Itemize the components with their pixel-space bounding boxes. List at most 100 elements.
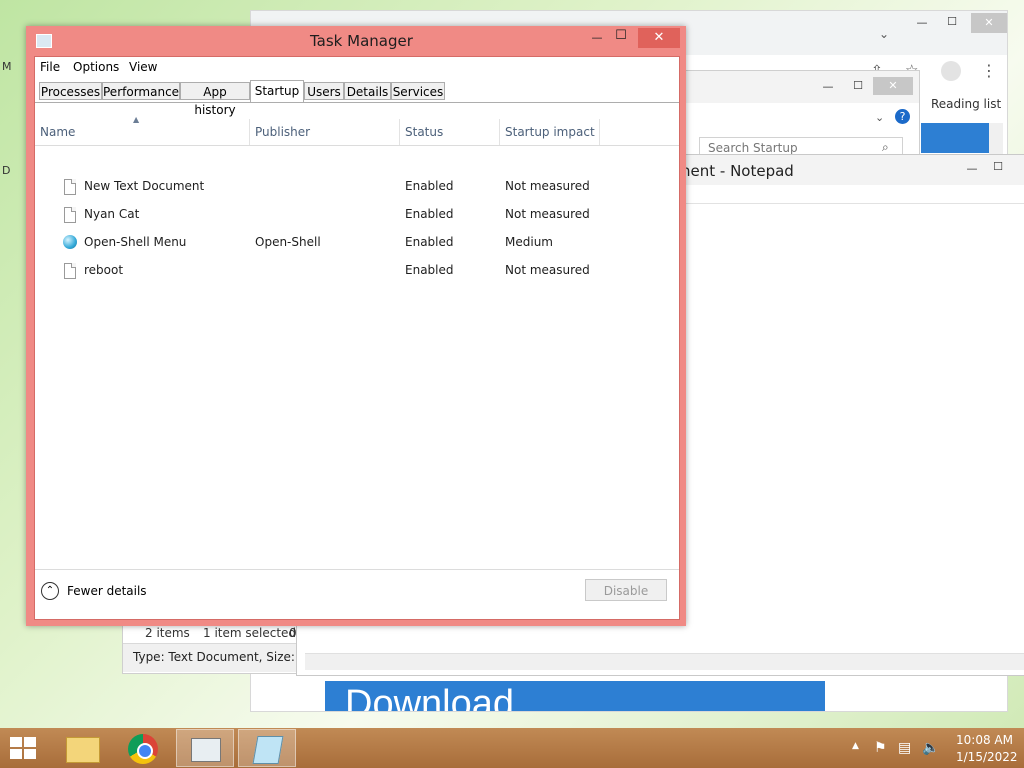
explorer-close-button[interactable]: ✕	[873, 77, 913, 95]
column-header-publisher[interactable]: Publisher	[255, 125, 310, 139]
show-hidden-icons-icon[interactable]: ▲	[852, 741, 859, 751]
header-divider	[35, 145, 679, 146]
task-manager-app-icon	[36, 34, 52, 48]
table-row[interactable]: reboot Enabled Not measured	[35, 257, 679, 285]
profile-avatar[interactable]	[941, 61, 961, 81]
file-icon	[64, 179, 76, 195]
column-header-status[interactable]: Status	[405, 125, 443, 139]
type-info: Type: Text Document, Size: 0 by	[133, 650, 303, 664]
tm-maximize-button[interactable]: ☐	[610, 28, 632, 44]
desktop-label-m: M	[2, 60, 12, 73]
explorer-chevron-icon[interactable]: ⌄	[875, 111, 884, 124]
row-name: reboot	[84, 263, 124, 277]
explorer-maximize-button[interactable]: ☐	[847, 78, 869, 94]
tab-processes[interactable]: Processes	[39, 82, 102, 100]
webpage-banner: Download	[325, 681, 825, 711]
row-name: Nyan Cat	[84, 207, 140, 221]
taskbar-task-manager-button[interactable]	[176, 729, 234, 767]
tab-details[interactable]: Details	[344, 82, 391, 100]
menu-dots-icon[interactable]: ⋮	[981, 61, 997, 80]
browser-minimize-button[interactable]: —	[911, 15, 933, 31]
tab-app-history[interactable]: App history	[180, 82, 250, 117]
menu-view[interactable]: View	[129, 60, 157, 74]
file-icon	[64, 207, 76, 223]
notepad-title: nent - Notepad	[681, 162, 794, 180]
windows-logo-icon	[24, 749, 36, 759]
sort-arrow-icon: ▲	[133, 115, 140, 124]
folder-icon	[66, 737, 100, 763]
download-heading: Download	[345, 683, 514, 711]
table-row[interactable]: Nyan Cat Enabled Not measured	[35, 201, 679, 229]
row-impact: Not measured	[505, 179, 590, 193]
action-center-flag-icon[interactable]: ⚑	[874, 740, 887, 756]
notepad-minimize-button[interactable]: —	[961, 161, 983, 177]
explorer-statusbar: Type: Text Document, Size: 0 by	[123, 643, 303, 672]
table-row[interactable]: New Text Document Enabled Not measured	[35, 173, 679, 201]
taskbar-explorer-button[interactable]	[54, 729, 112, 767]
fewer-details-button[interactable]: ⌃ Fewer details	[41, 581, 161, 603]
chevron-down-icon[interactable]: ⌄	[879, 27, 889, 41]
webpage-blue-panel	[921, 123, 991, 153]
globe-icon	[63, 235, 77, 249]
search-icon: ⌕	[882, 140, 889, 154]
windows-logo-icon	[24, 737, 36, 747]
task-manager-title: Task Manager	[310, 32, 413, 50]
file-icon	[64, 263, 76, 279]
browser-close-button[interactable]: ✕	[971, 13, 1007, 33]
notepad-icon	[252, 736, 284, 764]
explorer-minimize-button[interactable]: —	[817, 79, 839, 95]
row-status: Enabled	[405, 263, 454, 277]
menu-bar: File Options View	[35, 57, 679, 78]
selected-count: 1 item selected	[203, 626, 297, 640]
row-name: Open-Shell Menu	[84, 235, 187, 249]
tab-performance[interactable]: Performance	[102, 82, 180, 100]
windows-logo-icon	[10, 737, 22, 747]
clock-date[interactable]: 1/15/2022	[956, 750, 1018, 764]
disable-button[interactable]: Disable	[585, 579, 667, 601]
row-impact: Not measured	[505, 263, 590, 277]
footer-divider	[35, 569, 679, 570]
task-manager-icon	[191, 738, 221, 762]
reading-list-link[interactable]: Reading list	[931, 97, 1001, 111]
column-header-startup-impact[interactable]: Startup impact	[505, 125, 595, 139]
row-status: Enabled	[405, 207, 454, 221]
row-impact: Medium	[505, 235, 553, 249]
tab-startup[interactable]: Startup	[250, 80, 304, 102]
items-count: 2 items	[145, 626, 190, 640]
browser-maximize-button[interactable]: ☐	[941, 14, 963, 30]
table-row[interactable]: Open-Shell Menu Open-Shell Enabled Mediu…	[35, 229, 679, 257]
tab-strip: Processes Performance App history Startu…	[39, 80, 675, 117]
chevron-up-circle-icon: ⌃	[41, 582, 59, 600]
column-separator[interactable]	[499, 119, 500, 145]
disable-button-label: Disable	[603, 584, 649, 598]
menu-options[interactable]: Options	[73, 60, 119, 74]
help-icon[interactable]: ?	[895, 109, 910, 124]
search-placeholder: Search Startup	[708, 141, 798, 155]
volume-muted-icon[interactable]: 🔈	[922, 740, 939, 756]
tm-minimize-button[interactable]: —	[586, 30, 608, 46]
windows-logo-icon	[10, 749, 22, 759]
column-separator[interactable]	[599, 119, 600, 145]
tab-services[interactable]: Services	[391, 82, 445, 100]
network-icon[interactable]: ▤	[898, 740, 911, 756]
row-name: New Text Document	[84, 179, 205, 193]
column-separator[interactable]	[399, 119, 400, 145]
taskbar-notepad-button[interactable]	[238, 729, 296, 767]
row-status: Enabled	[405, 235, 454, 249]
task-manager-titlebar[interactable]: Task Manager — ☐ ✕	[26, 26, 686, 56]
tab-users[interactable]: Users	[304, 82, 344, 100]
task-manager-window: Task Manager — ☐ ✕ File Options View Pro…	[26, 26, 686, 626]
column-separator[interactable]	[249, 119, 250, 145]
notepad-hscrollbar[interactable]	[305, 653, 1024, 670]
tm-close-button[interactable]: ✕	[638, 28, 680, 48]
start-button[interactable]	[10, 737, 38, 759]
taskbar-chrome-button[interactable]	[116, 729, 174, 767]
task-manager-content: File Options View Processes Performance …	[34, 56, 680, 620]
row-publisher: Open-Shell	[255, 235, 321, 249]
notepad-maximize-button[interactable]: ☐	[987, 159, 1009, 175]
clock-time[interactable]: 10:08 AM	[956, 733, 1013, 747]
column-header-name[interactable]: Name	[40, 125, 75, 139]
desktop-label-d: D	[2, 164, 11, 177]
row-status: Enabled	[405, 179, 454, 193]
menu-file[interactable]: File	[40, 60, 60, 74]
